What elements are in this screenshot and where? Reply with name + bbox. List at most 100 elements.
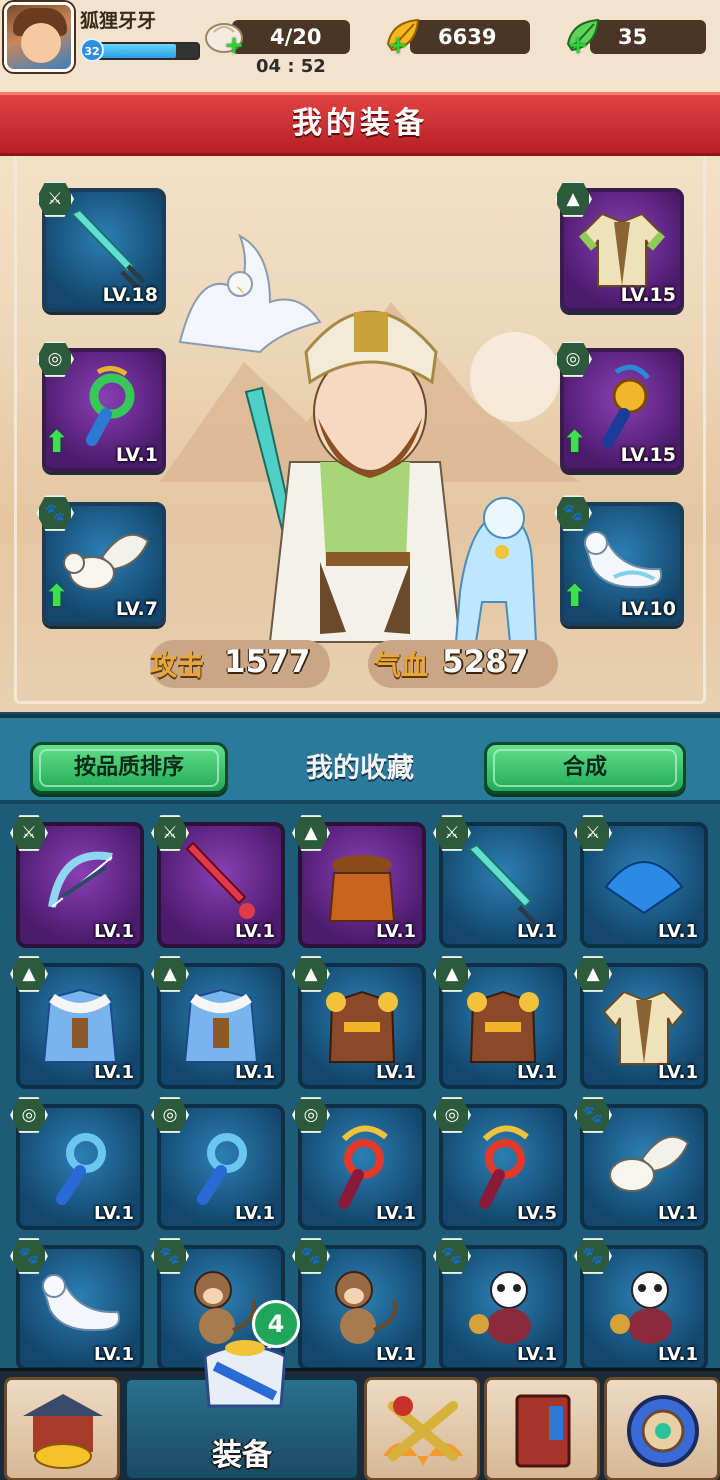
upgrade-arrow-icon: ⬆	[562, 425, 588, 460]
collection-item[interactable]: ⚔ LV.1	[151, 815, 285, 948]
accessory-slot-left[interactable]: ◎ ⬆ LV.1	[36, 341, 166, 472]
fur-coat-icon	[42, 988, 118, 1063]
hp-label: 气血	[374, 651, 428, 682]
phoenix-pendant-icon	[479, 1125, 529, 1209]
nav-book[interactable]	[484, 1377, 600, 1480]
collection-item[interactable]: ▲ LV.1	[433, 956, 567, 1089]
eagle-companion-icon	[178, 233, 322, 354]
gold-counter: + 6639	[386, 18, 530, 59]
robe-icon	[578, 212, 666, 287]
item-level: LV.1	[94, 921, 134, 942]
add-stamina-button[interactable]: +	[224, 28, 244, 62]
player-name: 狐狸牙牙	[80, 10, 157, 32]
settings-icon	[627, 1395, 699, 1467]
armor-slot[interactable]: ▲ LV.15	[554, 181, 684, 312]
item-level: LV.1	[376, 1203, 416, 1224]
add-gold-button[interactable]: +	[388, 28, 408, 62]
item-level: LV.1	[517, 1062, 557, 1083]
squirrel-icon	[609, 1135, 690, 1192]
slot-level: LV.15	[620, 444, 676, 466]
add-gems-button[interactable]: +	[568, 28, 588, 62]
hp-value: 5287	[442, 644, 529, 680]
combine-button[interactable]: 合成	[484, 742, 686, 794]
nav-settings[interactable]	[604, 1377, 720, 1480]
book-icon	[515, 1394, 571, 1468]
hat-armor-icon	[328, 854, 396, 922]
accessory-slot-right[interactable]: ◎ ⬆ LV.15	[554, 341, 684, 472]
player-level-badge: 32	[80, 38, 104, 62]
sword-icon	[70, 208, 146, 290]
pet-slot-left[interactable]: 🐾 ⬆ LV.7	[36, 495, 166, 626]
player-avatar[interactable]	[4, 2, 74, 72]
bow-icon	[48, 851, 113, 908]
collection-item[interactable]: ▲ LV.1	[10, 956, 144, 1089]
slot-level: LV.15	[620, 284, 676, 306]
sword-icon	[467, 843, 537, 925]
gold-armor-icon	[467, 990, 539, 1063]
nav-shop[interactable]	[4, 1377, 120, 1480]
panda-icon	[469, 1270, 531, 1344]
collection-item[interactable]: 🐾LV.1	[574, 1238, 708, 1371]
item-level: LV.1	[376, 1344, 416, 1365]
collection-item[interactable]: ◎ LV.1	[151, 1097, 285, 1230]
weapon-slot[interactable]: ⚔ LV.18	[36, 181, 166, 312]
nav-battle[interactable]	[364, 1377, 480, 1480]
item-level: LV.1	[517, 1344, 557, 1365]
squirrel-icon	[63, 533, 150, 590]
item-level: LV.1	[376, 1062, 416, 1083]
item-level: LV.1	[658, 1203, 698, 1224]
equipment-title: 我的装备	[0, 92, 720, 156]
nav-equipment[interactable]: 装备	[124, 1340, 360, 1480]
item-level: LV.1	[235, 921, 275, 942]
bottom-navigation: 装备	[0, 1340, 720, 1480]
battle-icon	[383, 1396, 463, 1466]
collection-header: 按品质排序 我的收藏 合成	[0, 718, 720, 804]
item-level: LV.1	[94, 1203, 134, 1224]
nav-equipment-label: 装备	[212, 1438, 272, 1473]
blue-pendant-icon	[56, 1132, 106, 1205]
gems-value: 35	[618, 25, 648, 49]
item-level: LV.1	[235, 1062, 275, 1083]
monkey-icon	[335, 1270, 397, 1344]
collection-item[interactable]: ▲ LV.1	[292, 956, 426, 1089]
collection-item[interactable]: 🐾LV.1	[574, 1097, 708, 1230]
collection-item[interactable]: ⚔ LV.1	[574, 815, 708, 948]
shop-icon	[23, 1394, 103, 1469]
item-level: LV.5	[517, 1203, 557, 1224]
item-level: LV.1	[658, 921, 698, 942]
collection-item[interactable]: ⚔ LV.1	[10, 815, 144, 948]
slot-level: LV.7	[115, 598, 158, 620]
collection-item[interactable]: 🐾LV.1	[292, 1238, 426, 1371]
upgrade-arrow-icon: ⬆	[44, 425, 70, 460]
collection-item[interactable]: ◎ LV.5	[433, 1097, 567, 1230]
slot-level: LV.10	[620, 598, 676, 620]
dragon-pendant-icon	[602, 364, 650, 448]
stamina-value: 4/20	[270, 25, 322, 49]
xp-bar-fill	[96, 44, 176, 58]
collection-item[interactable]: ◎ LV.1	[292, 1097, 426, 1230]
pet-slot-right[interactable]: 🐾 ⬆ LV.10	[554, 495, 684, 626]
attack-value: 1577	[224, 644, 311, 680]
item-level: LV.1	[94, 1344, 134, 1365]
sort-by-quality-button[interactable]: 按品质排序	[30, 742, 228, 794]
item-level: LV.1	[517, 921, 557, 942]
ferret-icon	[42, 1273, 120, 1331]
collection-item[interactable]: 🐾LV.1	[10, 1238, 144, 1371]
collection-panel: 按品质排序 我的收藏 合成 ⚔ LV.1 ⚔ LV.1 ▲ LV.1 ⚔ LV.1 ⚔ LV.1 ▲…	[0, 714, 720, 1374]
collection-item[interactable]: ◎ LV.1	[10, 1097, 144, 1230]
item-level: LV.1	[658, 1344, 698, 1365]
item-level: LV.1	[94, 1062, 134, 1083]
collection-item[interactable]: 🐾LV.1	[433, 1238, 567, 1371]
collection-item[interactable]: ⚔ LV.1	[433, 815, 567, 948]
collection-item[interactable]: ▲ LV.1	[151, 956, 285, 1089]
ferret-companion-icon	[454, 497, 538, 643]
xp-bar	[94, 42, 200, 60]
item-level: LV.1	[376, 921, 416, 942]
collection-item[interactable]: ▲ LV.1	[292, 815, 426, 948]
collection-item[interactable]: ▲ LV.1	[574, 956, 708, 1089]
upgrade-arrow-icon: ⬆	[44, 579, 70, 614]
stamina-counter: + 4/20	[205, 20, 350, 59]
top-resource-bar: 狐狸牙牙 32 + 4/20 04 : 52 + 6639 + 35	[0, 0, 720, 82]
slot-level: LV.18	[102, 284, 158, 306]
gold-armor-icon	[326, 990, 398, 1063]
